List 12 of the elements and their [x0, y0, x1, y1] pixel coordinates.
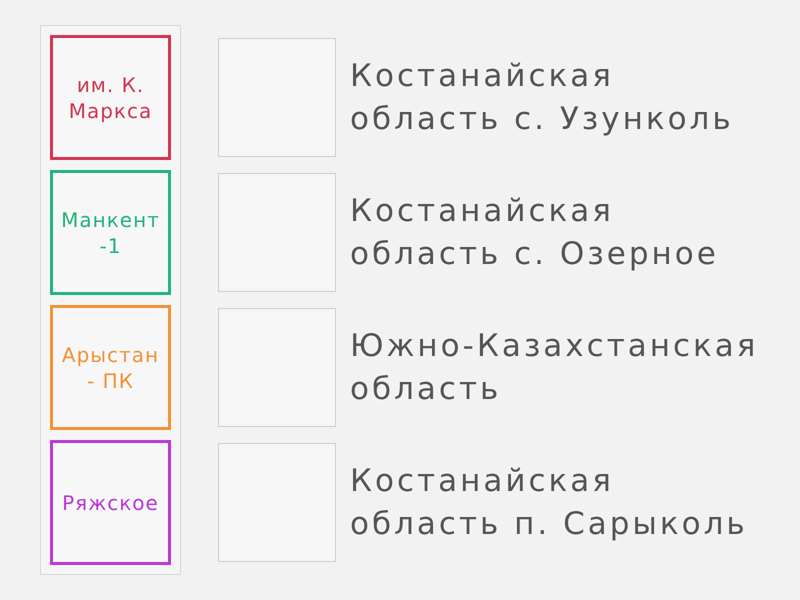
answer-card[interactable]: Арыстан - ПК — [50, 305, 171, 430]
answer-box[interactable] — [218, 443, 336, 562]
answer-box[interactable] — [218, 38, 336, 157]
region-label: Костанайская область п. Сарыколь — [350, 462, 749, 544]
answer-box[interactable] — [218, 173, 336, 292]
answer-card[interactable]: им. К. Маркса — [50, 35, 171, 160]
region-label: Костанайская область с. Узунколь — [350, 56, 735, 138]
answer-card[interactable]: Ряжское — [50, 440, 171, 565]
answer-box[interactable] — [218, 308, 336, 427]
region-label: Костанайская область с. Озерное — [350, 192, 720, 274]
region-label: Южно-Казахстанская область — [350, 326, 760, 408]
answer-card[interactable]: Манкент -1 — [50, 170, 171, 295]
